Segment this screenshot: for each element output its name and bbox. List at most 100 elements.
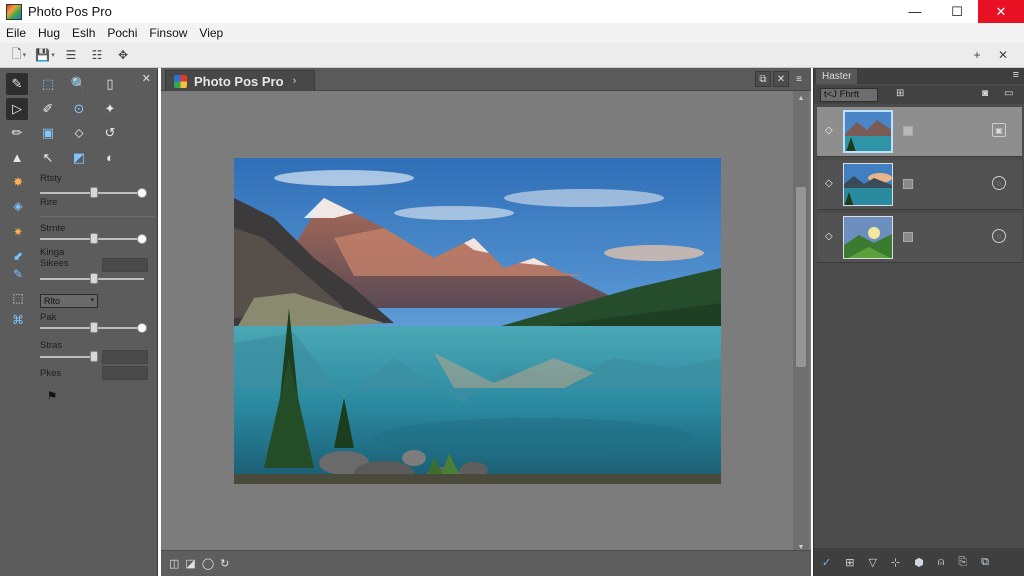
- slider-4-end[interactable]: [137, 323, 147, 333]
- layers-panel-title[interactable]: Haster: [816, 69, 858, 84]
- menu-edit[interactable]: Eslh: [72, 26, 95, 40]
- new-file-button[interactable]: 🗋 ▾: [8, 45, 30, 65]
- slider-4-thumb[interactable]: [90, 322, 98, 333]
- doc-menu-icon[interactable]: ≡: [791, 71, 807, 87]
- plus-icon: +: [973, 48, 981, 62]
- layer-row[interactable]: ◇ ◌: [817, 213, 1022, 263]
- add-toolbar-button[interactable]: +: [966, 45, 988, 65]
- restore-doc-icon[interactable]: ⧉: [755, 71, 771, 87]
- chevron-right-icon[interactable]: ›: [293, 75, 297, 87]
- select-tool-icon[interactable]: ▷: [6, 97, 28, 120]
- settings-list-button[interactable]: ☷: [86, 45, 108, 65]
- new-group-icon[interactable]: ⊞: [845, 556, 854, 569]
- slider-5-thumb[interactable]: [90, 351, 98, 362]
- view-icon[interactable]: ◫: [169, 557, 179, 570]
- duplicate-layer-icon[interactable]: ⎘: [958, 556, 967, 569]
- layer-mask[interactable]: [903, 232, 913, 242]
- document-tab[interactable]: Photo Pos Pro ›: [165, 70, 315, 91]
- smudge-icon: ⬋: [12, 249, 24, 263]
- option-field-3[interactable]: [102, 366, 148, 380]
- menu-photo[interactable]: Pochi: [107, 26, 137, 40]
- crop-tool-icon[interactable]: ◩: [68, 147, 90, 169]
- window-controls: — ☐ ✕: [894, 0, 1024, 23]
- layers-subheader: t<J Fhrtt ⊞ ◙ ▭: [814, 86, 1024, 104]
- layer-lock-icon[interactable]: ▣: [992, 123, 1006, 137]
- mask-icon[interactable]: ⍝: [938, 556, 945, 569]
- filter-layers-icon[interactable]: ▽: [868, 556, 876, 569]
- menu-file[interactable]: Eile: [6, 26, 26, 40]
- effects-button[interactable]: ✥: [112, 45, 134, 65]
- filter-icon[interactable]: ⊞: [896, 88, 904, 99]
- circle-icon[interactable]: ◯: [202, 557, 214, 570]
- title-bar: Photo Pos Pro — ☐ ✕: [0, 0, 1024, 23]
- option-label-1: Rtsty: [40, 173, 62, 184]
- magic-wand-tool-icon[interactable]: ✦: [99, 98, 121, 120]
- visibility-icon[interactable]: ◇: [825, 125, 835, 136]
- menu-view[interactable]: Viep: [199, 26, 223, 40]
- vertical-scrollbar[interactable]: ▲ ▼: [793, 91, 809, 554]
- zoom-tool-icon[interactable]: 🔍: [68, 73, 90, 95]
- eraser-tool-icon[interactable]: ⬦: [68, 122, 90, 144]
- scroll-thumb[interactable]: [796, 187, 806, 367]
- list-button[interactable]: ☰: [60, 45, 82, 65]
- list-icon: ☰: [65, 48, 77, 62]
- layer-thumbnail: [843, 163, 893, 206]
- pen-tool-icon[interactable]: ✎: [6, 73, 28, 96]
- layer-mask[interactable]: [903, 179, 913, 189]
- option-field-2[interactable]: [102, 350, 148, 364]
- apply-icon[interactable]: ✓: [822, 556, 831, 569]
- layer-lock-icon[interactable]: ◌: [992, 229, 1006, 243]
- close-doc-icon[interactable]: ✕: [773, 71, 789, 87]
- window-title: Photo Pos Pro: [28, 4, 112, 19]
- slider-5-track[interactable]: [40, 356, 96, 358]
- layer-options-icon[interactable]: ◙: [982, 88, 988, 99]
- layer-row[interactable]: ◇ ◌: [817, 160, 1022, 210]
- option-label-3: Strnte: [40, 223, 66, 234]
- menu-help[interactable]: Hug: [38, 26, 60, 40]
- visibility-icon[interactable]: ◇: [825, 231, 835, 242]
- mode-dropdown[interactable]: Rlto ▾: [40, 294, 98, 308]
- fill-tool-icon[interactable]: ▲: [6, 147, 28, 169]
- slider-2-thumb[interactable]: [90, 233, 98, 244]
- visibility-icon[interactable]: ◇: [825, 178, 835, 189]
- rotate-tool-icon[interactable]: ↺: [99, 122, 121, 144]
- layer-lock-icon[interactable]: ◌: [992, 176, 1006, 190]
- close-toolbar-button[interactable]: ✕: [992, 45, 1014, 65]
- menu-window[interactable]: Finsow: [149, 26, 187, 40]
- effects-icon: ✥: [117, 48, 129, 62]
- minimize-button[interactable]: —: [894, 0, 936, 23]
- effects-layer-icon[interactable]: ⊹: [891, 556, 900, 569]
- layout-icon[interactable]: ◪: [185, 557, 195, 570]
- blur-icon: ✷: [12, 225, 24, 239]
- document-controls: ⧉ ✕ ≡: [753, 71, 807, 87]
- layer-mask[interactable]: [903, 126, 913, 136]
- flag-icon[interactable]: ⚑: [44, 388, 60, 404]
- shape-tool-icon[interactable]: ▯: [99, 73, 121, 95]
- close-toolbar-icon: ✕: [997, 48, 1009, 62]
- brush-tool-icon[interactable]: ✐: [37, 98, 59, 120]
- adjustment-icon[interactable]: ⬢: [914, 556, 924, 569]
- dodge-tool-icon[interactable]: ◐: [99, 147, 121, 169]
- option-label-7: Stras: [40, 340, 63, 351]
- lasso-tool-icon[interactable]: ⊙: [68, 98, 90, 120]
- slider-2-end[interactable]: [137, 234, 147, 244]
- refresh-icon[interactable]: ↻: [220, 557, 229, 570]
- marquee-tool-icon[interactable]: ⬚: [37, 73, 59, 95]
- maximize-button[interactable]: ☐: [936, 0, 978, 23]
- panel-toggle-icon[interactable]: ▭: [1004, 88, 1013, 99]
- gamepad-icon: ⌘: [12, 313, 24, 327]
- layer-row[interactable]: ◇ ▣: [817, 107, 1022, 157]
- pencil-tool-icon[interactable]: ✏: [6, 122, 28, 144]
- layers-menu-icon[interactable]: ≡: [1013, 69, 1019, 81]
- slider-3-thumb[interactable]: [90, 273, 98, 284]
- clone-tool-icon[interactable]: ▣: [37, 122, 59, 144]
- save-button[interactable]: 💾 ▾: [34, 45, 56, 65]
- pointer-tool-icon[interactable]: ↖: [37, 147, 59, 169]
- scroll-up-icon[interactable]: ▲: [793, 91, 809, 105]
- close-button[interactable]: ✕: [978, 0, 1024, 23]
- new-layer-icon[interactable]: ⧉: [981, 556, 989, 569]
- layer-filter-input[interactable]: t<J Fhrtt: [820, 88, 878, 102]
- new-file-icon: 🗋: [11, 46, 22, 61]
- option-field-1[interactable]: [102, 258, 148, 272]
- canvas-image[interactable]: [234, 158, 721, 484]
